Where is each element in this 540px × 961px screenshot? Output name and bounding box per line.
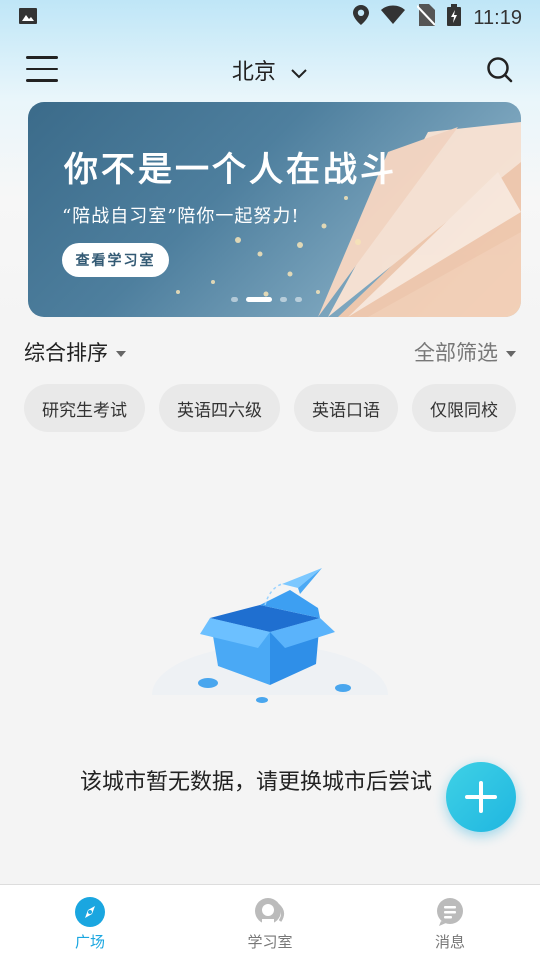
tag-chip[interactable]: 英语四六级 [159,384,280,432]
tab-label: 学习室 [247,934,293,951]
tag-list: 研究生考试 英语四六级 英语口语 仅限同校 [24,384,516,432]
city-name: 北京 [231,59,276,84]
filter-label: 全部筛选 [414,342,498,365]
battery-icon [447,4,462,32]
dropdown-arrow-icon [506,351,516,358]
study-room-icon [255,898,285,924]
bottom-tab-bar: 广场 学习室 消息 [0,884,540,961]
carousel-indicator [231,297,302,302]
empty-state-message: 该城市暂无数据，请更换城市后尝试 [80,769,433,794]
wifi-icon [381,5,406,31]
tab-messages[interactable]: 消息 [360,885,540,961]
carousel-dot [280,297,287,302]
carousel-dot-active [246,297,272,302]
add-button[interactable] [446,762,516,832]
view-study-room-button[interactable]: 查看学习室 [62,243,169,277]
carousel-dot [295,297,302,302]
tab-square[interactable]: 广场 [0,885,180,961]
city-selector[interactable]: 北京 [0,54,540,86]
tag-chip[interactable]: 英语口语 [294,384,398,432]
tab-label: 广场 [74,934,105,951]
status-bar: 11:19 [0,0,540,36]
tag-chip[interactable]: 仅限同校 [412,384,516,432]
banner-subtitle: “陪战自习室”陪你一起努力! [62,206,300,227]
plus-icon [465,781,497,813]
promo-banner[interactable]: 你不是一个人在战斗 “陪战自习室”陪你一起努力! 查看学习室 [28,102,521,317]
tab-study-room[interactable]: 学习室 [180,885,360,961]
compass-icon [75,897,105,927]
search-icon[interactable] [486,56,514,89]
location-icon [353,5,370,31]
dropdown-arrow-icon [116,351,126,358]
sort-label: 综合排序 [24,342,108,365]
sort-dropdown[interactable]: 综合排序 [24,337,126,367]
tag-chip[interactable]: 研究生考试 [24,384,145,432]
gallery-icon [18,6,38,31]
filter-bar: 综合排序 全部筛选 [0,333,540,369]
tab-label: 消息 [434,934,465,951]
message-icon [437,898,463,926]
no-sim-icon [416,4,437,32]
banner-title: 你不是一个人在战斗 [64,150,397,190]
status-time: 11:19 [473,6,522,29]
carousel-dot [231,297,238,302]
top-navigation: 北京 [0,44,540,96]
empty-box-illustration [150,568,390,710]
filter-dropdown[interactable]: 全部筛选 [414,337,516,367]
chevron-down-icon [290,60,308,86]
